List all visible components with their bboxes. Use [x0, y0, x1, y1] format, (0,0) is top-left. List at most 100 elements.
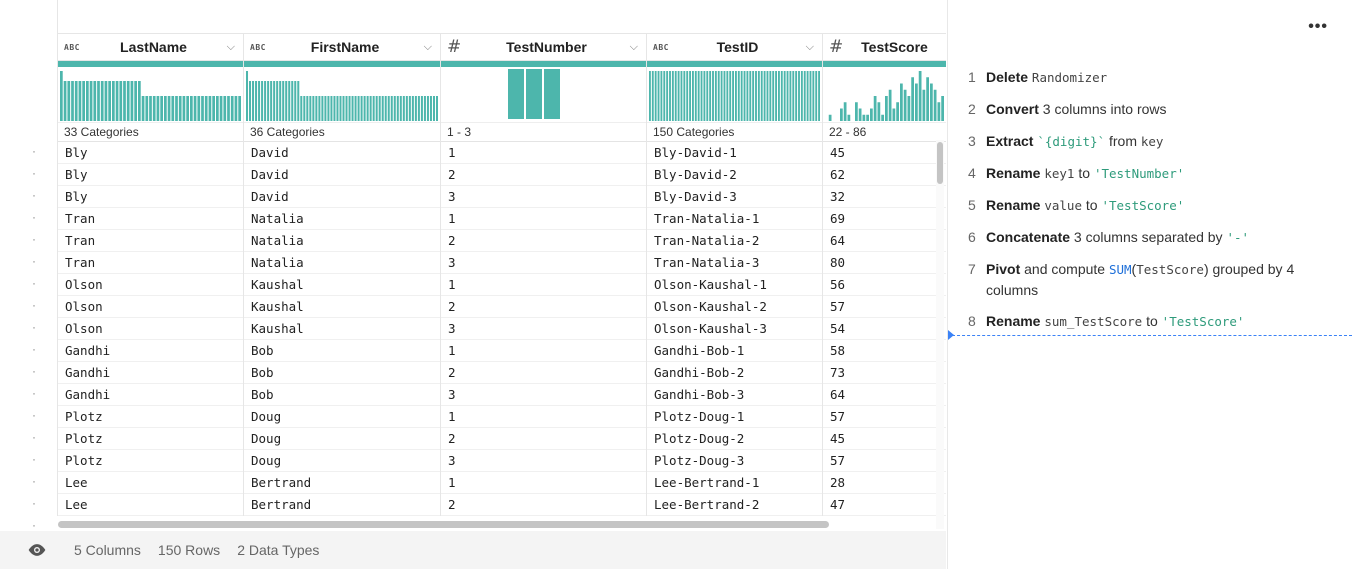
histogram-bar[interactable] [660, 71, 663, 121]
histogram-bar[interactable] [408, 96, 411, 121]
row-handle[interactable]: · [0, 360, 57, 382]
table-cell[interactable]: Bly [58, 142, 243, 164]
histogram-bar[interactable] [694, 71, 697, 121]
histogram-bar[interactable] [378, 96, 381, 121]
histogram-bar[interactable] [93, 81, 97, 121]
table-cell[interactable]: Natalia [244, 208, 440, 230]
histogram-bar[interactable] [339, 96, 342, 121]
table-cell[interactable]: Tran [58, 230, 243, 252]
histogram-bar[interactable] [108, 81, 111, 121]
histogram-bar[interactable] [714, 71, 717, 121]
histogram-bar[interactable] [752, 71, 755, 121]
histogram-bar[interactable] [212, 96, 215, 121]
table-cell[interactable]: Bly-David-2 [647, 164, 822, 186]
column-header[interactable]: # TestNumber ⌵ [441, 34, 646, 61]
row-handle[interactable]: · [0, 470, 57, 492]
table-cell[interactable]: David [244, 186, 440, 208]
histogram-bar[interactable] [82, 81, 85, 121]
histogram-bar[interactable] [692, 71, 694, 121]
histogram-bar[interactable] [182, 96, 186, 121]
table-cell[interactable]: Bly [58, 164, 243, 186]
histogram-bar[interactable] [766, 71, 769, 121]
histogram-bar[interactable] [363, 96, 366, 121]
histogram-bar[interactable] [740, 71, 743, 121]
histogram-bar[interactable] [227, 96, 230, 121]
histogram-bar[interactable] [654, 71, 657, 121]
histogram-bar[interactable] [393, 96, 396, 121]
histogram-bar[interactable] [809, 71, 812, 121]
recipe-step[interactable]: 1 Delete Randomizer [968, 67, 1336, 88]
table-cell[interactable]: Bertrand [244, 472, 440, 494]
table-cell[interactable]: 3 [441, 384, 646, 406]
row-handle[interactable]: · [0, 140, 57, 162]
histogram-bar[interactable] [674, 71, 677, 121]
histogram-bar[interactable] [357, 96, 360, 121]
histogram-bar[interactable] [78, 81, 82, 121]
chevron-down-icon[interactable]: ⌵ [221, 41, 235, 54]
table-cell[interactable]: 62 [823, 164, 946, 186]
horizontal-scroll-thumb[interactable] [58, 521, 829, 528]
histogram-bar[interactable] [888, 89, 892, 121]
table-cell[interactable]: 1 [441, 340, 646, 362]
histogram-bar[interactable] [387, 96, 390, 121]
histogram-bar[interactable] [258, 81, 261, 121]
histogram-bar[interactable] [743, 71, 746, 121]
histogram-bar[interactable] [333, 96, 336, 121]
histogram-bar[interactable] [399, 96, 402, 121]
recipe-step[interactable]: 5 Rename value to 'TestScore' [968, 195, 1336, 216]
eye-icon[interactable] [27, 540, 47, 560]
row-handle[interactable]: · [0, 426, 57, 448]
histogram-bar[interactable] [700, 71, 703, 121]
histogram-bar[interactable] [60, 71, 63, 121]
histogram-bar[interactable] [697, 71, 700, 121]
histogram-bar[interactable] [800, 71, 803, 121]
histogram-bar[interactable] [360, 96, 363, 121]
histogram-bar[interactable] [426, 96, 429, 121]
row-handle[interactable]: · [0, 250, 57, 272]
histogram-bar[interactable] [786, 71, 789, 121]
histogram-bar[interactable] [294, 81, 297, 121]
histogram-bar[interactable] [792, 71, 795, 121]
table-cell[interactable]: 57 [823, 296, 946, 318]
table-cell[interactable]: 1 [441, 274, 646, 296]
table-cell[interactable]: Lee [58, 494, 243, 516]
histogram-bar[interactable] [67, 81, 71, 121]
histogram-bar[interactable] [915, 83, 918, 122]
histogram-bar[interactable] [303, 96, 306, 121]
row-handle[interactable]: · [0, 448, 57, 470]
histogram-bar[interactable] [261, 81, 264, 121]
row-handle[interactable]: · [0, 382, 57, 404]
histogram-bar[interactable] [291, 81, 294, 121]
histogram-bar[interactable] [145, 96, 149, 121]
histogram-bar[interactable] [544, 69, 560, 119]
recipe-step[interactable]: 2 Convert 3 columns into rows [968, 99, 1336, 119]
histogram-bar[interactable] [760, 71, 763, 121]
column-header[interactable]: ABC TestID ⌵ [647, 34, 822, 61]
histogram-bar[interactable] [252, 81, 255, 121]
histogram-bar[interactable] [429, 96, 432, 121]
table-cell[interactable]: 57 [823, 450, 946, 472]
table-cell[interactable]: Plotz [58, 406, 243, 428]
histogram-bar[interactable] [881, 114, 884, 121]
histogram-bar[interactable] [238, 96, 241, 121]
histogram-bar[interactable] [930, 83, 933, 122]
table-cell[interactable]: Lee [58, 472, 243, 494]
table-cell[interactable]: 64 [823, 230, 946, 252]
row-handle[interactable]: · [0, 294, 57, 316]
table-cell[interactable]: 2 [441, 428, 646, 450]
table-cell[interactable]: 2 [441, 494, 646, 516]
row-handle[interactable]: · [0, 184, 57, 206]
histogram-bar[interactable] [270, 81, 273, 121]
table-cell[interactable]: Gandhi [58, 340, 243, 362]
histogram-bar[interactable] [130, 81, 134, 121]
histogram-bar[interactable] [737, 71, 740, 121]
histogram-bar[interactable] [219, 96, 223, 121]
histogram-bar[interactable] [321, 96, 324, 121]
vertical-scroll-thumb[interactable] [937, 142, 943, 184]
table-cell[interactable]: Olson [58, 318, 243, 340]
histogram-bar[interactable] [282, 81, 285, 121]
histogram-bar[interactable] [345, 96, 348, 121]
table-cell[interactable]: 3 [441, 186, 646, 208]
table-cell[interactable]: Bob [244, 384, 440, 406]
histogram-bar[interactable] [104, 81, 108, 121]
